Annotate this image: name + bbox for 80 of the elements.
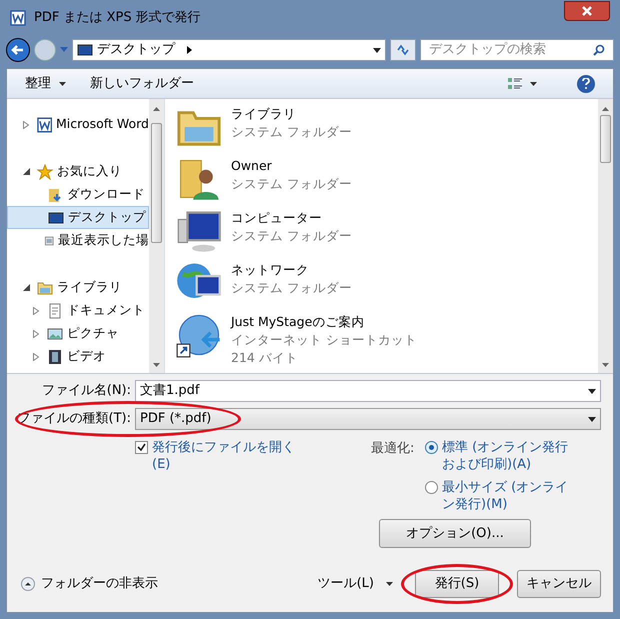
nav-item[interactable]: デスクトップ [7,206,149,229]
star-icon [37,164,53,180]
nav-item[interactable]: ピクチャ [7,322,149,345]
nav-item[interactable]: 最近表示した場 [7,229,149,252]
close-button[interactable] [564,1,610,21]
view-options-button[interactable] [508,76,537,90]
file-type: システム フォルダー [231,227,352,245]
scroll-thumb[interactable] [151,123,162,243]
file-name-field[interactable]: 文書1.pdf [135,380,601,402]
caret-icon [59,82,66,86]
nav-item[interactable]: お気に入り [7,160,149,183]
search-icon [593,44,605,56]
optimize-radio[interactable]: 最小サイズ (オンライ ン発行)(M) [425,479,568,513]
file-type: システム フォルダー [231,175,352,193]
radio-button[interactable] [425,481,438,494]
file-type-dropdown[interactable]: PDF (*.pdf) [135,408,601,430]
cancel-button[interactable]: キャンセル [517,570,601,598]
open-after-checkbox[interactable]: 発行後にファイルを開く (E) [135,439,315,513]
options-button[interactable]: オプション(O)... [379,519,531,548]
monitor-icon [48,210,64,226]
collapse-arrow-icon[interactable] [23,284,33,291]
help-button[interactable] [577,74,595,92]
optimize-label: 最適化: [371,440,416,458]
shortcut-icon [176,312,222,358]
file-size: 214 バイト [231,349,299,367]
file-name[interactable]: コンピューター [231,209,352,227]
caret-icon [530,82,537,86]
file-type: インターネット ショートカット [231,331,417,349]
folder-icon [47,186,63,202]
file-name[interactable]: ネットワーク [231,261,352,279]
dropdown-arrow-icon [588,416,596,422]
document-icon [36,116,52,132]
scroll-thumb[interactable] [600,115,611,163]
collapse-arrow-icon[interactable] [23,168,33,175]
monitor-icon [77,42,93,58]
tools-menu-button[interactable]: ツール(L) [318,574,393,594]
caret-icon [386,582,393,586]
nav-item[interactable]: ドキュメント [7,299,149,322]
hide-folders-button[interactable]: フォルダーの非表示 [21,574,158,594]
file-type: システム フォルダー [231,123,352,141]
scroll-down-icon[interactable] [602,363,609,367]
dropdown-arrow-icon [588,388,596,394]
close-icon [582,6,592,16]
folder-icon [37,280,53,296]
picture-icon [47,326,63,342]
refresh-icon [396,44,410,56]
publish-button[interactable]: 発行(S) [415,570,499,598]
document-icon [47,302,63,318]
back-button[interactable] [6,38,30,62]
view-list-icon [508,76,522,90]
scroll-up-icon[interactable] [602,107,609,111]
file-name[interactable]: Just MyStageのご案内 [231,313,417,331]
scroll-down-icon[interactable] [153,363,160,367]
checkbox[interactable] [135,441,148,454]
breadcrumb-item[interactable]: デスクトップ [97,40,175,60]
new-folder-button[interactable]: 新しいフォルダー [90,74,194,94]
document-icon [10,10,26,26]
refresh-button[interactable] [390,39,416,61]
film-icon [47,348,63,364]
collapse-icon [21,577,35,591]
chevron-icon [187,46,193,54]
scroll-up-icon[interactable] [153,107,160,111]
file-name[interactable]: ライブラリ [231,105,352,123]
nav-item[interactable]: ダウンロード [7,183,149,206]
radio-button[interactable] [425,441,438,454]
dropdown-arrow-icon[interactable] [373,48,381,52]
help-icon [582,78,590,89]
field-label: ファイル名(N): [40,382,132,400]
nav-item[interactable]: Microsoft Word [7,113,149,136]
optimize-radio[interactable]: 標準 (オンライン発行 および印刷)(A) [425,439,568,473]
file-type: システム フォルダー [231,279,352,297]
address-bar[interactable]: デスクトップ [72,39,386,61]
organize-menu-button[interactable]: 整理 [25,74,66,94]
search-field[interactable]: デスクトップの検索 [420,39,614,61]
file-name[interactable]: Owner [231,157,352,175]
scrollbar[interactable] [149,99,164,373]
window-title: PDF または XPS 形式で発行 [34,9,201,28]
nav-item[interactable]: ライブラリ [7,276,149,299]
scrollbar[interactable] [598,99,613,373]
nav-item[interactable]: ビデオ [7,345,149,368]
